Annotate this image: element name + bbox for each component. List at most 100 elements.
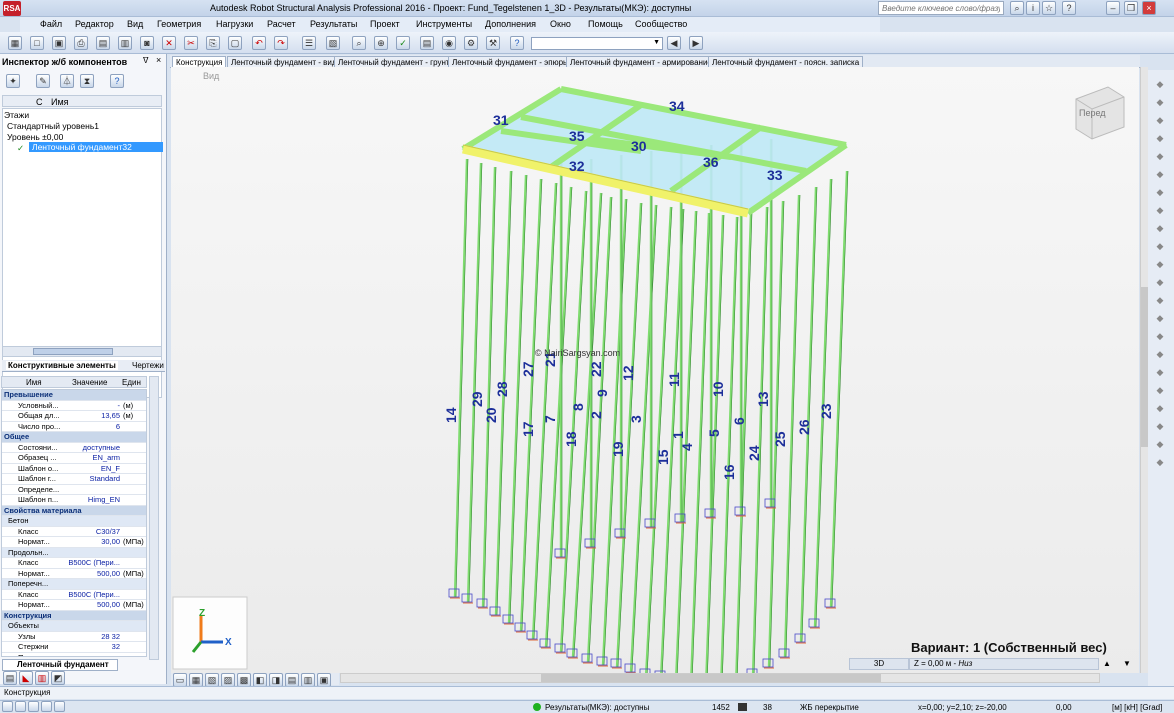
right-tool-icon[interactable]: ◆ xyxy=(1153,78,1167,92)
property-value[interactable]: EN_F xyxy=(66,464,120,473)
restore-icon[interactable]: ❐ xyxy=(1124,1,1138,15)
status-tool-4-icon[interactable] xyxy=(41,701,52,712)
pile-edge[interactable] xyxy=(455,158,469,598)
tree-root[interactable]: Этажи xyxy=(4,110,29,120)
layout-icon[interactable]: ▦ xyxy=(8,36,22,50)
app-logo[interactable]: RSA xyxy=(3,1,21,16)
pile-column[interactable] xyxy=(799,186,818,643)
zoom-icon[interactable]: ⌕ xyxy=(352,36,366,50)
pin-icon[interactable]: ᐁ xyxy=(143,56,148,65)
search-input[interactable] xyxy=(878,1,1004,15)
right-tool-icon[interactable]: ◆ xyxy=(1153,276,1167,290)
right-tool-icon[interactable]: ◆ xyxy=(1153,456,1167,470)
right-tool-icon[interactable]: ◆ xyxy=(1153,114,1167,128)
right-tool-icon[interactable]: ◆ xyxy=(1153,258,1167,272)
bottom-tab[interactable]: Ленточный фундамент xyxy=(2,659,118,671)
property-row[interactable]: Нормат... 30,00 (МПа) xyxy=(2,537,146,548)
view-tool-10-icon[interactable]: ▣ xyxy=(317,673,331,687)
panel-tool-3-icon[interactable]: ▥ xyxy=(35,671,49,685)
status-units[interactable]: [м] [кН] [Grad] xyxy=(1112,703,1162,712)
add-element-icon[interactable]: ✦ xyxy=(6,74,20,88)
property-group[interactable]: Конструкция xyxy=(2,610,146,621)
property-group[interactable]: Поперечн... xyxy=(2,579,146,590)
property-value[interactable]: Standard xyxy=(66,474,120,483)
tree-level-0[interactable]: Уровень ±0,00 xyxy=(7,132,63,142)
pile-column[interactable] xyxy=(559,190,588,653)
view-tool-3-icon[interactable]: ▧ xyxy=(205,673,219,687)
right-tool-icon[interactable]: ◆ xyxy=(1153,150,1167,164)
pile-column[interactable] xyxy=(705,214,725,673)
vscroll-thumb[interactable] xyxy=(1141,287,1148,447)
tree-level-std[interactable]: Стандартный уровень1 xyxy=(7,121,99,131)
pile-column[interactable] xyxy=(829,170,849,608)
pile-edge[interactable] xyxy=(521,178,543,632)
right-tool-icon[interactable]: ◆ xyxy=(1153,312,1167,326)
filter-icon[interactable]: ⏃ xyxy=(60,74,74,88)
right-tool-icon[interactable]: ◆ xyxy=(1153,402,1167,416)
menu-tools[interactable]: Инструменты xyxy=(416,19,472,29)
property-row[interactable]: Класс C30/37 xyxy=(2,527,146,537)
save-icon[interactable]: ▣ xyxy=(52,36,66,50)
right-tool-icon[interactable]: ◆ xyxy=(1153,420,1167,434)
menu-help[interactable]: Помощь xyxy=(588,19,623,29)
property-row[interactable]: Условный... - (м) xyxy=(2,401,146,411)
minimize-icon[interactable]: – xyxy=(1106,1,1120,15)
right-tool-icon[interactable]: ◆ xyxy=(1153,222,1167,236)
settings-icon[interactable]: ⚙ xyxy=(464,36,478,50)
pile-edge[interactable] xyxy=(831,170,849,608)
right-tool-icon[interactable]: ◆ xyxy=(1153,330,1167,344)
view-tool-7-icon[interactable]: ◨ xyxy=(269,673,283,687)
z-up-icon[interactable]: ▲ xyxy=(1103,659,1111,668)
new-file-icon[interactable]: □ xyxy=(30,36,44,50)
property-row[interactable]: Общая дл... 13,65 (м) xyxy=(2,411,146,422)
menu-edit[interactable]: Редактор xyxy=(75,19,114,29)
view-tool-4-icon[interactable]: ▨ xyxy=(221,673,235,687)
copy-icon[interactable]: ⎘ xyxy=(206,36,220,50)
close-panel-icon[interactable]: × xyxy=(156,55,161,65)
property-group[interactable]: Продольн... xyxy=(2,547,146,558)
help-circle-icon[interactable]: ? xyxy=(510,36,524,50)
pile-column[interactable] xyxy=(751,206,769,673)
cut-icon[interactable]: ✂ xyxy=(184,36,198,50)
command-line[interactable]: Конструкция xyxy=(0,686,1174,699)
help-icon[interactable]: ? xyxy=(110,74,124,88)
menu-geometry[interactable]: Геометрия xyxy=(157,19,201,29)
property-value[interactable]: 28 32 xyxy=(66,632,120,641)
property-row[interactable]: Определе... xyxy=(2,485,146,495)
pile-edge[interactable] xyxy=(588,196,613,663)
menu-window[interactable]: Окно xyxy=(550,19,571,29)
status-tool-3-icon[interactable] xyxy=(28,701,39,712)
pile-column[interactable] xyxy=(720,216,739,673)
calc-icon[interactable]: ✓ xyxy=(396,36,410,50)
right-tool-icon[interactable]: ◆ xyxy=(1153,240,1167,254)
props-vscrollbar[interactable] xyxy=(149,376,159,660)
pile-column[interactable] xyxy=(735,212,753,673)
property-row[interactable]: Шаблон п... Himg_EN xyxy=(2,495,146,506)
pile-edge[interactable] xyxy=(561,190,588,653)
menu-community[interactable]: Сообщество xyxy=(635,19,687,29)
structure-model[interactable]: 3134353032 363314292028172721718822291931… xyxy=(171,67,1139,673)
right-tool-icon[interactable]: ◆ xyxy=(1153,132,1167,146)
property-value[interactable]: 30,00 xyxy=(66,537,120,546)
menu-view[interactable]: Вид xyxy=(127,19,143,29)
property-row[interactable]: Класс B500C (Пери... xyxy=(2,558,146,569)
property-value[interactable]: B500C (Пери... xyxy=(66,590,120,599)
pile-column[interactable] xyxy=(645,206,673,673)
close-icon[interactable]: × xyxy=(1142,1,1156,15)
3d-viewport[interactable]: Вид 31 34 35 30 32 36 33 14 29 20 28 17 27 21 7 18 8 2 22 9… xyxy=(171,67,1139,673)
property-value[interactable]: 32 xyxy=(66,642,120,651)
view-tool-5-icon[interactable]: ▩ xyxy=(237,673,251,687)
pile-edge[interactable] xyxy=(631,204,658,673)
delete-icon[interactable]: ✕ xyxy=(162,36,176,50)
menu-loads[interactable]: Нагрузки xyxy=(216,19,253,29)
view-tool-2-icon[interactable]: ▦ xyxy=(189,673,203,687)
view-tool-1-icon[interactable]: ▭ xyxy=(173,673,187,687)
sections-icon[interactable]: ▧ xyxy=(326,36,340,50)
status-tool-5-icon[interactable] xyxy=(54,701,65,712)
pile-column[interactable] xyxy=(453,158,469,598)
toolbar-combobox[interactable]: ▼ xyxy=(531,37,663,50)
property-row[interactable]: Панели xyxy=(2,653,146,657)
property-group[interactable]: Превышение xyxy=(2,390,146,401)
property-value[interactable]: 500,00 xyxy=(66,600,120,609)
right-tool-icon[interactable]: ◆ xyxy=(1153,168,1167,182)
